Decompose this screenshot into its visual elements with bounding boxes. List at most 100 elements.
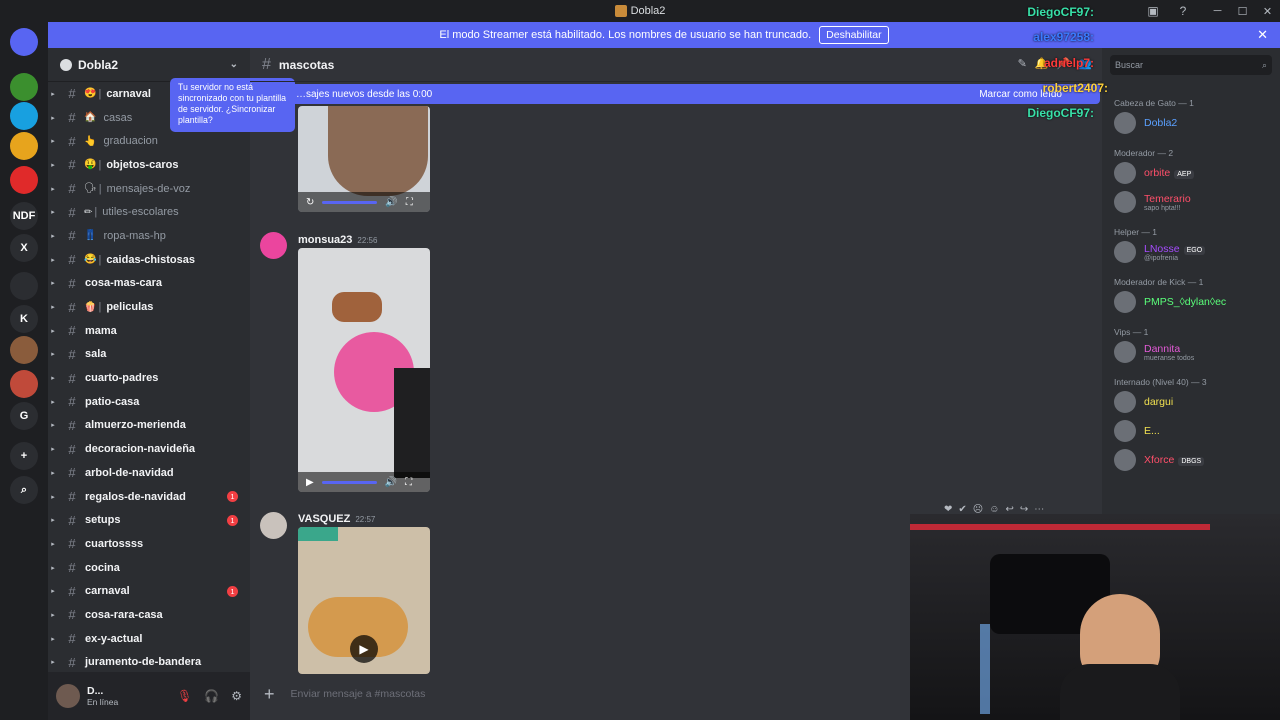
- replay-icon[interactable]: ↻: [306, 197, 314, 208]
- collapse-arrow-icon[interactable]: ▸: [48, 114, 58, 122]
- server-6-icon[interactable]: [10, 370, 38, 398]
- play-icon[interactable]: ▶: [306, 477, 314, 488]
- minimize-icon[interactable]: ─: [1205, 0, 1230, 22]
- maximize-icon[interactable]: ☐: [1230, 0, 1255, 22]
- member-item[interactable]: Temerario sapo hpta!!!: [1114, 191, 1191, 213]
- channel-item[interactable]: ▸ # carnaval 1: [48, 579, 250, 603]
- channel-item[interactable]: ▸ # sala: [48, 343, 250, 367]
- fullscreen-icon[interactable]: ⛶: [406, 197, 413, 208]
- channel-item[interactable]: ▸ # cosa-mas-cara: [48, 272, 250, 296]
- collapse-arrow-icon[interactable]: ▸: [48, 303, 58, 311]
- channel-item[interactable]: ▸ # decoracion-navideña: [48, 437, 250, 461]
- mute-mic-icon[interactable]: 🎙: [177, 689, 192, 703]
- deafen-icon[interactable]: 🎧: [204, 689, 219, 703]
- channel-item[interactable]: ▸ # regalos-de-navidad 1: [48, 485, 250, 509]
- message-author[interactable]: VASQUEZ 22:57: [298, 513, 375, 525]
- server-x-icon[interactable]: X: [10, 234, 38, 262]
- channel-item[interactable]: ▸ # mama: [48, 319, 250, 343]
- play-icon[interactable]: ▶: [350, 635, 378, 663]
- member-item[interactable]: E...: [1114, 420, 1160, 442]
- channel-item[interactable]: ▸ # ✏ | utiles-escolares: [48, 200, 250, 224]
- collapse-arrow-icon[interactable]: ▸: [48, 279, 58, 287]
- collapse-arrow-icon[interactable]: ▸: [48, 327, 58, 335]
- server-ndf-icon[interactable]: NDF: [10, 202, 38, 230]
- channel-item[interactable]: ▸ # cocina: [48, 556, 250, 580]
- fullscreen-icon[interactable]: ⛶: [405, 477, 412, 488]
- member-item[interactable]: Dannita mueranse todos: [1114, 341, 1194, 363]
- collapse-arrow-icon[interactable]: ▸: [48, 564, 58, 572]
- server-1-icon[interactable]: [10, 73, 38, 101]
- collapse-arrow-icon[interactable]: ▸: [48, 587, 58, 595]
- channel-item[interactable]: ▸ # patio-casa: [48, 390, 250, 414]
- collapse-arrow-icon[interactable]: ▸: [48, 493, 58, 501]
- channel-item[interactable]: ▸ # almuerzo-merienda: [48, 414, 250, 438]
- progress-bar[interactable]: [322, 200, 378, 204]
- add-server-icon[interactable]: +: [10, 442, 38, 470]
- member-item[interactable]: Xforce DBGS: [1114, 449, 1205, 471]
- search-input[interactable]: Buscar ⌕: [1110, 55, 1272, 75]
- channel-item[interactable]: ▸ # setups 1: [48, 508, 250, 532]
- inbox-icon[interactable]: ▣: [1146, 4, 1160, 18]
- collapse-arrow-icon[interactable]: ▸: [48, 658, 58, 666]
- collapse-arrow-icon[interactable]: ▸: [48, 161, 58, 169]
- channel-item[interactable]: ▸ # ex-y-actual: [48, 627, 250, 651]
- avatar[interactable]: [260, 512, 287, 539]
- server-k-icon[interactable]: K: [10, 305, 38, 333]
- channel-item[interactable]: ▸ # 🍿 | peliculas: [48, 295, 250, 319]
- server-folder-icon[interactable]: [10, 272, 38, 300]
- message-author[interactable]: monsua23 22:56: [298, 234, 377, 246]
- collapse-arrow-icon[interactable]: ▸: [48, 137, 58, 145]
- collapse-arrow-icon[interactable]: ▸: [48, 469, 58, 477]
- member-item[interactable]: PMPS_◊dylan◊ec: [1114, 291, 1226, 313]
- collapse-arrow-icon[interactable]: ▸: [48, 635, 58, 643]
- gear-icon[interactable]: ⚙: [231, 689, 242, 703]
- member-item[interactable]: LNosse EGO @ipofrenia: [1114, 241, 1206, 263]
- channel-item[interactable]: ▸ # 👆 graduacion: [48, 129, 250, 153]
- add-attachment-icon[interactable]: +: [264, 684, 275, 705]
- close-banner-icon[interactable]: ✕: [1257, 27, 1268, 43]
- collapse-arrow-icon[interactable]: ▸: [48, 232, 58, 240]
- channel-item[interactable]: ▸ # 🤑 | objetos-caros: [48, 153, 250, 177]
- disable-streamer-button[interactable]: Deshabilitar: [819, 26, 889, 44]
- channel-item[interactable]: ▸ # arbol-de-navidad: [48, 461, 250, 485]
- collapse-arrow-icon[interactable]: ▸: [48, 185, 58, 193]
- collapse-arrow-icon[interactable]: ▸: [48, 516, 58, 524]
- member-item[interactable]: Dobla2: [1114, 112, 1177, 134]
- server-g-icon[interactable]: G: [10, 402, 38, 430]
- member-item[interactable]: dargui: [1114, 391, 1173, 413]
- collapse-arrow-icon[interactable]: ▸: [48, 374, 58, 382]
- new-messages-bar[interactable]: …sajes nuevos desde las 0:00 Marcar como…: [288, 84, 1100, 104]
- collapse-arrow-icon[interactable]: ▸: [48, 445, 58, 453]
- channel-item[interactable]: ▸ # 👖 ropa-mas-hp: [48, 224, 250, 248]
- discover-icon[interactable]: ⌕: [10, 476, 38, 504]
- channel-item[interactable]: ▸ # cuarto-padres: [48, 366, 250, 390]
- server-header[interactable]: Dobla2 ⌄: [48, 48, 250, 82]
- volume-icon[interactable]: 🔊: [385, 477, 397, 488]
- avatar[interactable]: [56, 684, 80, 708]
- message-input[interactable]: Enviar mensaje a #mascotas: [291, 688, 426, 700]
- channel-item[interactable]: ▸ # cosa-rara-casa: [48, 603, 250, 627]
- collapse-arrow-icon[interactable]: ▸: [48, 398, 58, 406]
- member-item[interactable]: orbite AEP: [1114, 162, 1195, 184]
- server-4-icon[interactable]: [10, 166, 38, 194]
- help-icon[interactable]: ?: [1176, 4, 1190, 18]
- progress-bar[interactable]: [321, 480, 377, 484]
- server-3-icon[interactable]: [10, 132, 38, 160]
- channel-item[interactable]: ▸ # 😂 | caidas-chistosas: [48, 248, 250, 272]
- channel-item[interactable]: ▸ # 🗣 | mensajes-de-voz: [48, 177, 250, 201]
- video-attachment[interactable]: ▶ 🔊 ⛶: [298, 248, 430, 492]
- collapse-arrow-icon[interactable]: ▸: [48, 350, 58, 358]
- avatar[interactable]: [260, 232, 287, 259]
- threads-icon[interactable]: ✎: [1018, 57, 1027, 70]
- channel-item[interactable]: ▸ # cuartossss: [48, 532, 250, 556]
- discord-home-icon[interactable]: [10, 28, 38, 56]
- collapse-arrow-icon[interactable]: ▸: [48, 208, 58, 216]
- collapse-arrow-icon[interactable]: ▸: [48, 540, 58, 548]
- collapse-arrow-icon[interactable]: ▸: [48, 90, 58, 98]
- collapse-arrow-icon[interactable]: ▸: [48, 421, 58, 429]
- video-attachment[interactable]: ▶: [298, 527, 430, 674]
- volume-icon[interactable]: 🔊: [385, 197, 397, 208]
- collapse-arrow-icon[interactable]: ▸: [48, 256, 58, 264]
- collapse-arrow-icon[interactable]: ▸: [48, 611, 58, 619]
- close-window-icon[interactable]: ✕: [1255, 0, 1280, 22]
